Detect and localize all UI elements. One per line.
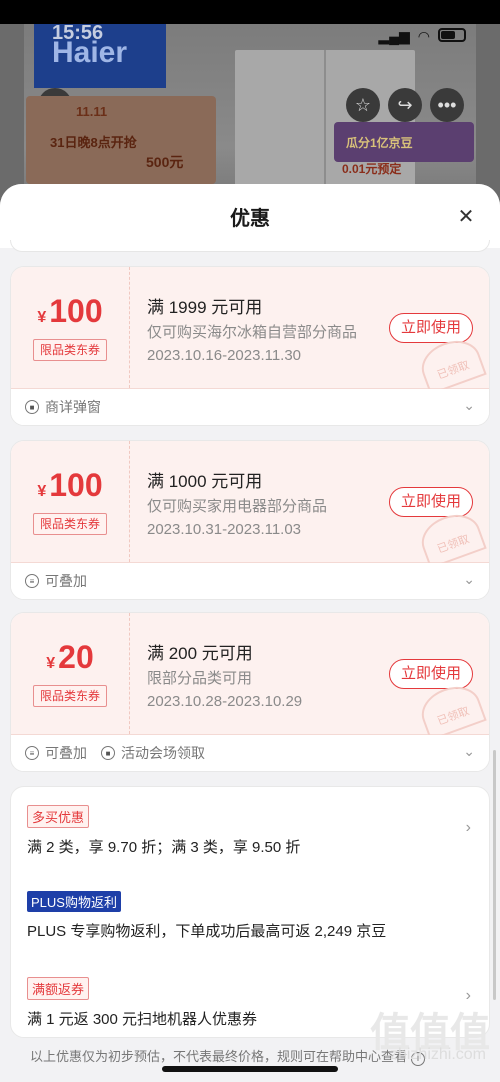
multi-buy-promo[interactable]: 多买优惠 满 2 类，享 9.70 折；满 3 类，享 9.50 折 xyxy=(27,805,300,857)
coupon-footer-label: 可叠加 xyxy=(45,745,87,761)
promo-tag: 多买优惠 xyxy=(27,805,90,828)
sheet-header: 优惠 ✕ xyxy=(0,184,500,248)
coupon-type-tag: 限品类东券 xyxy=(33,339,107,361)
coupon-date: 2023.10.28-2023.10.29 xyxy=(147,693,303,710)
coupon-footer-item: ■ 商详弹窗 xyxy=(25,397,101,417)
coupon-body: ¥100 限品类东券 满 1000 元可用 仅可购买家用电器部分商品 2023.… xyxy=(11,441,489,569)
stack-icon: ≡ xyxy=(25,574,39,588)
coupon-divider xyxy=(129,267,130,388)
coupon-condition: 满 1999 元可用 xyxy=(147,298,263,317)
coupon-footer-item: ■ 活动会场领取 xyxy=(101,743,205,763)
coupon-card: ¥20 限品类东券 满 200 元可用 限部分品类可用 2023.10.28-2… xyxy=(10,612,490,772)
coupon-type-tag: 限品类东券 xyxy=(33,685,107,707)
more-icon: ••• xyxy=(437,94,457,115)
coupon-date: 2023.10.16-2023.11.30 xyxy=(147,347,302,364)
use-now-button[interactable]: 立即使用 xyxy=(389,659,473,689)
coupon-footer-label: 可叠加 xyxy=(45,573,87,589)
coupon-scope: 仅可购买家用电器部分商品 xyxy=(147,498,328,515)
stack-icon: ≡ xyxy=(25,746,39,760)
use-now-button[interactable]: 立即使用 xyxy=(389,313,473,343)
share-button[interactable]: ↪ xyxy=(388,88,422,122)
coupon-rebate-promo[interactable]: 满额返券 满 1 元返 300 元扫地机器人优惠券 xyxy=(27,977,257,1029)
status-time: 15:56 xyxy=(52,22,104,44)
wifi-icon: ◠ xyxy=(417,28,430,44)
promo-tag: 满额返券 xyxy=(27,977,90,1000)
chevron-down-icon[interactable]: ⌄ xyxy=(463,397,475,414)
promo-banner-left: 11.11 31日晚8点开抢 500元 xyxy=(26,96,216,184)
close-button[interactable]: ✕ xyxy=(454,204,478,228)
chevron-down-icon[interactable]: ⌄ xyxy=(463,571,475,588)
promo-text: PLUS 专享购物返利，下单成功后最高可返 2,249 京豆 xyxy=(27,923,387,940)
chevron-down-icon[interactable]: ⌄ xyxy=(463,743,475,760)
promo-banner-right-sub: 0.01元预定 xyxy=(342,162,402,176)
favorite-button[interactable]: ☆ xyxy=(346,88,380,122)
promo-banner-right: 瓜分1亿京豆 xyxy=(334,122,474,162)
coupon-amount: ¥100 xyxy=(11,467,129,504)
coupon-body: ¥100 限品类东券 满 1999 元可用 仅可购买海尔冰箱自营部分商品 202… xyxy=(11,267,489,395)
status-icons: ▂▄▆ ◠ xyxy=(378,28,466,45)
sheet-title: 优惠 xyxy=(230,208,270,230)
home-indicator[interactable] xyxy=(162,1066,338,1072)
offers-sheet: 优惠 ✕ ¥100 限品类东券 满 1999 元可用 仅可购买海尔冰箱自营部分商… xyxy=(0,184,500,1082)
coupon-divider xyxy=(129,441,130,562)
disclaimer: 以上优惠仅为初步预估，不代表最终价格，规则可在帮助中心查看 i xyxy=(30,1046,426,1066)
promo-date: 31日晚8点开抢 xyxy=(50,135,137,150)
coupon-value: 20 xyxy=(58,639,94,675)
coupon-condition: 满 1000 元可用 xyxy=(147,472,263,491)
star-icon: ☆ xyxy=(354,94,372,115)
coupon-footer[interactable]: ≡ 可叠加 ⌄ xyxy=(11,563,489,599)
coupon-value: 100 xyxy=(49,293,103,329)
coupon-footer-label: 活动会场领取 xyxy=(121,745,205,761)
coupon-amount: ¥100 xyxy=(11,293,129,330)
scrollbar[interactable] xyxy=(493,750,496,1000)
coupon-scope: 仅可购买海尔冰箱自营部分商品 xyxy=(147,324,358,341)
plus-rebate-promo: PLUS购物返利 PLUS 专享购物返利，下单成功后最高可返 2,249 京豆 xyxy=(27,891,386,941)
coupon-divider xyxy=(129,613,130,734)
watermark-url: zhizhizhi.com xyxy=(389,1046,486,1063)
promo-amount: 500元 xyxy=(146,154,184,170)
battery-icon xyxy=(438,28,466,42)
coupon-condition: 满 200 元可用 xyxy=(147,644,253,663)
chevron-right-icon[interactable]: › xyxy=(466,819,471,837)
coupon-body: ¥20 限品类东券 满 200 元可用 限部分品类可用 2023.10.28-2… xyxy=(11,613,489,741)
previous-card-edge xyxy=(10,240,490,252)
coupon-type-tag: 限品类东券 xyxy=(33,513,107,535)
share-icon: ↪ xyxy=(397,94,413,115)
close-icon: ✕ xyxy=(457,205,475,228)
promo-tag: PLUS购物返利 xyxy=(27,891,121,912)
currency-symbol: ¥ xyxy=(37,309,47,326)
signal-icon: ▂▄▆ xyxy=(378,28,410,44)
use-now-button[interactable]: 立即使用 xyxy=(389,487,473,517)
coupon-card: ¥100 限品类东券 满 1000 元可用 仅可购买家用电器部分商品 2023.… xyxy=(10,440,490,600)
venue-icon: ■ xyxy=(101,746,115,760)
more-button[interactable]: ••• xyxy=(430,88,464,122)
disclaimer-text: 以上优惠仅为初步预估，不代表最终价格，规则可在帮助中心查看 xyxy=(30,1049,408,1064)
coupon-date: 2023.10.31-2023.11.03 xyxy=(147,521,302,538)
coupon-footer-item: ≡ 可叠加 xyxy=(25,571,87,591)
coupon-card: ¥100 限品类东券 满 1999 元可用 仅可购买海尔冰箱自营部分商品 202… xyxy=(10,266,490,426)
coupon-footer-item: ≡ 可叠加 xyxy=(25,743,87,763)
coupon-scope: 限部分品类可用 xyxy=(147,670,253,687)
status-bar-background xyxy=(0,0,500,24)
promo-title: 11.11 xyxy=(76,104,108,119)
popup-icon: ■ xyxy=(25,400,39,414)
coupon-value: 100 xyxy=(49,467,103,503)
coupon-footer[interactable]: ≡ 可叠加 ■ 活动会场领取 ⌄ xyxy=(11,735,489,771)
promo-text: 满 2 类，享 9.70 折；满 3 类，享 9.50 折 xyxy=(27,839,301,856)
coupon-footer[interactable]: ■ 商详弹窗 ⌄ xyxy=(11,389,489,425)
currency-symbol: ¥ xyxy=(46,655,56,672)
promo-text: 满 1 元返 300 元扫地机器人优惠券 xyxy=(27,1011,258,1028)
currency-symbol: ¥ xyxy=(37,483,47,500)
coupon-footer-label: 商详弹窗 xyxy=(45,399,101,415)
coupon-amount: ¥20 xyxy=(11,639,129,676)
